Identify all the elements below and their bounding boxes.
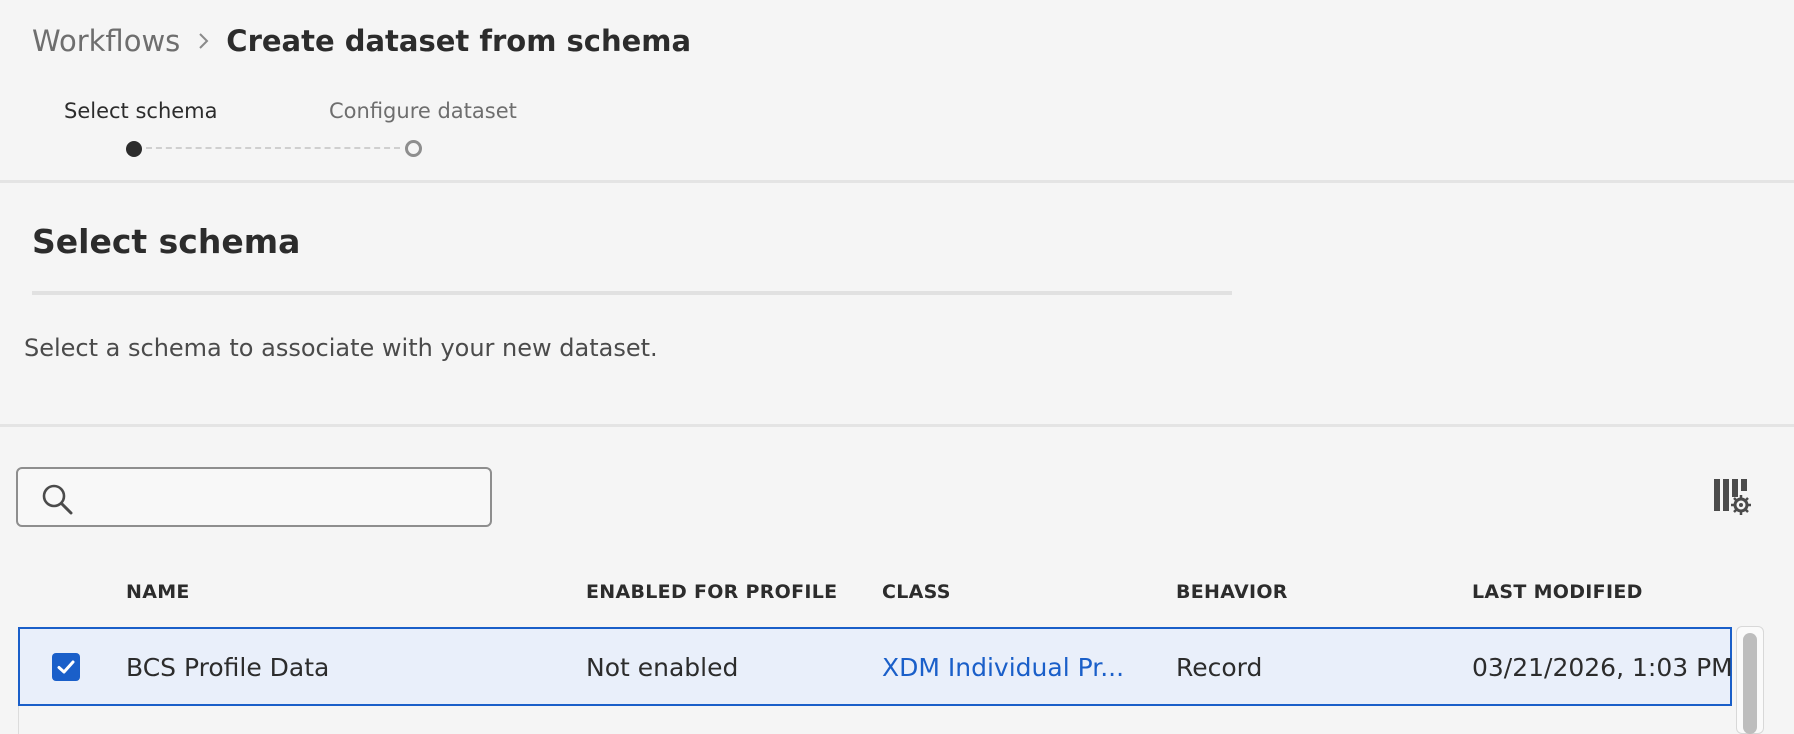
section-divider bbox=[32, 291, 1232, 295]
scrollbar-thumb[interactable] bbox=[1743, 633, 1757, 734]
search-input[interactable] bbox=[88, 477, 482, 519]
column-header-enabled-for-profile[interactable]: ENABLED FOR PROFILE bbox=[586, 581, 837, 603]
page-title: Create dataset from schema bbox=[226, 24, 692, 58]
column-header-class[interactable]: CLASS bbox=[882, 581, 951, 603]
step-select-schema-label: Select schema bbox=[64, 99, 218, 123]
search-icon bbox=[40, 482, 74, 516]
create-dataset-page: Workflows Create dataset from schema Sel… bbox=[0, 0, 1794, 734]
column-header-last-modified[interactable]: LAST MODIFIED bbox=[1472, 581, 1643, 603]
row-checkbox[interactable] bbox=[52, 653, 80, 681]
step-connector bbox=[146, 147, 400, 149]
step-active-indicator bbox=[126, 141, 142, 157]
cell-last-modified: 03/21/2026, 1:03 PM bbox=[1472, 653, 1733, 682]
column-header-name[interactable]: NAME bbox=[126, 581, 190, 603]
chevron-right-icon bbox=[198, 32, 210, 50]
table-row[interactable]: BCS Profile Data Not enabled XDM Individ… bbox=[18, 627, 1733, 706]
cell-name: BCS Profile Data bbox=[126, 653, 330, 682]
content-divider bbox=[0, 424, 1794, 427]
column-header-behavior[interactable]: BEHAVIOR bbox=[1176, 581, 1288, 603]
column-settings-icon[interactable] bbox=[1712, 476, 1752, 516]
cell-behavior: Record bbox=[1176, 653, 1263, 682]
breadcrumb: Workflows Create dataset from schema bbox=[32, 18, 691, 64]
table-body-edge bbox=[18, 706, 1733, 734]
checkmark-icon bbox=[57, 660, 75, 674]
cell-class-link[interactable]: XDM Individual Pr... bbox=[882, 653, 1124, 682]
header-divider bbox=[0, 180, 1794, 183]
section-title: Select schema bbox=[32, 222, 301, 261]
search-field[interactable] bbox=[16, 467, 492, 527]
cell-enabled-for-profile: Not enabled bbox=[586, 653, 739, 682]
section-description: Select a schema to associate with your n… bbox=[24, 334, 658, 362]
step-configure-dataset-label: Configure dataset bbox=[329, 99, 517, 123]
breadcrumb-workflows-link[interactable]: Workflows bbox=[32, 24, 180, 58]
step-inactive-indicator bbox=[405, 140, 422, 157]
